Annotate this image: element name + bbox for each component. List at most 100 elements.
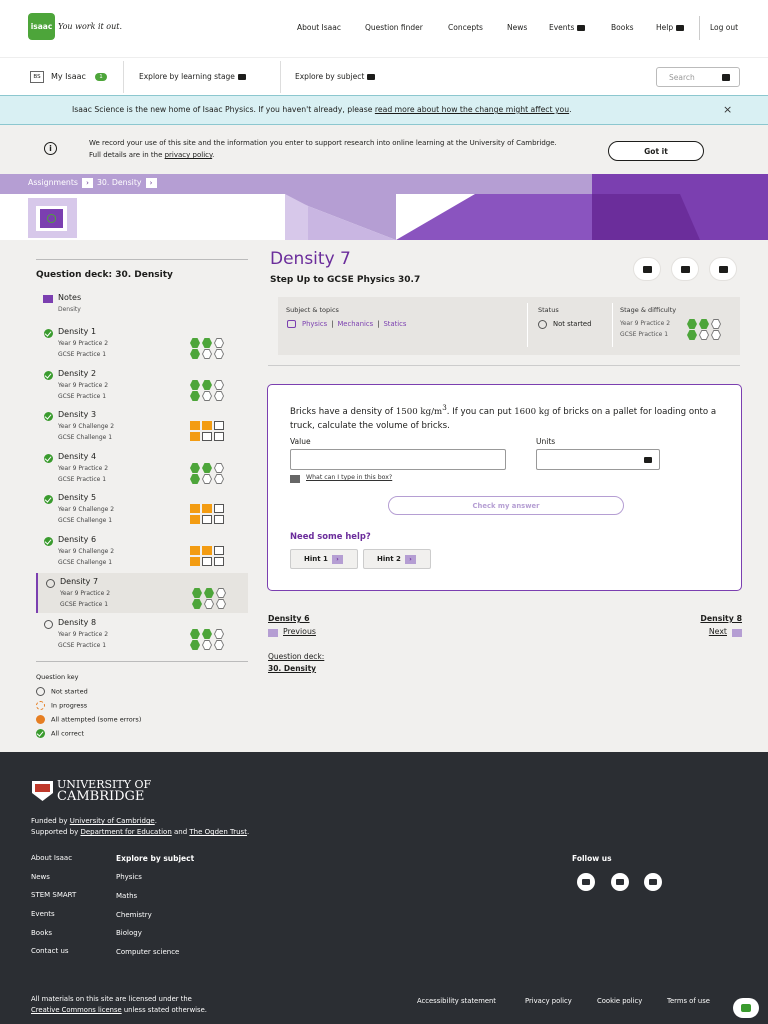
difficulty-indicator — [190, 338, 230, 348]
question-stage-1: Year 9 Practice 2 — [58, 382, 109, 389]
previous-link[interactable]: Previous — [283, 627, 316, 636]
footer-link-maths[interactable]: Maths — [116, 892, 137, 900]
search-icon[interactable] — [722, 74, 730, 81]
funded-prefix: Funded by — [31, 817, 70, 825]
footer-link-events[interactable]: Events — [31, 910, 55, 918]
units-dropdown[interactable] — [536, 449, 660, 470]
difficulty-indicator — [687, 319, 727, 329]
nav-events[interactable]: Events — [549, 23, 586, 32]
footer-link-about[interactable]: About Isaac — [31, 854, 72, 862]
question-stage-2: GCSE Practice 1 — [58, 351, 107, 358]
prev-question-title[interactable]: Density 6 — [268, 614, 310, 623]
cycle-icon — [47, 214, 56, 223]
explore-subject-dropdown[interactable]: Explore by subject — [295, 72, 376, 81]
difficulty-hex-empty — [202, 640, 212, 650]
footer-link-stem-smart[interactable]: STEM SMART — [31, 891, 76, 899]
input-help-link[interactable]: What can I type in this box? — [306, 474, 392, 481]
footer-link-chemistry[interactable]: Chemistry — [116, 911, 152, 919]
question-stage-2: GCSE Practice 1 — [58, 642, 107, 649]
footer-link-physics[interactable]: Physics — [116, 873, 142, 881]
question-deck-label[interactable]: Question deck: — [268, 652, 324, 661]
ogden-link[interactable]: The Ogden Trust — [189, 828, 247, 836]
need-help-heading: Need some help? — [290, 531, 371, 541]
page-title: Density 7 — [270, 249, 351, 269]
key-label: All attempted (some errors) — [51, 715, 142, 724]
terms-link[interactable]: Terms of use — [667, 997, 710, 1005]
share-button[interactable] — [671, 257, 699, 281]
nav-books[interactable]: Books — [611, 23, 634, 32]
footer-link-contact[interactable]: Contact us — [31, 947, 69, 955]
cookie-link[interactable]: Cookie policy — [597, 997, 642, 1005]
nav-question-finder[interactable]: Question finder — [365, 23, 423, 32]
funded-link[interactable]: University of Cambridge — [70, 817, 155, 825]
difficulty-indicator — [190, 640, 230, 650]
question-list-item[interactable]: Density 3 Year 9 Challenge 2 GCSE Challeng… — [36, 406, 248, 446]
explore-stage-dropdown[interactable]: Explore by learning stage — [139, 72, 246, 81]
breadcrumb-deck[interactable]: 30. Density — [97, 178, 142, 187]
accessibility-link[interactable]: Accessibility statement — [417, 997, 496, 1005]
nav-concepts[interactable]: Concepts — [448, 23, 483, 32]
hint-2-button[interactable]: Hint 2 › — [363, 549, 431, 569]
topic-separator: | — [377, 320, 380, 328]
footer-link-biology[interactable]: Biology — [116, 929, 142, 937]
question-deck-link[interactable]: 30. Density — [268, 664, 316, 673]
question-key-title: Question key — [36, 673, 79, 681]
my-isaac-link[interactable]: My Isaac — [51, 72, 86, 81]
value-input[interactable] — [290, 449, 506, 470]
status-value: Not started — [553, 320, 592, 328]
question-list-item[interactable]: Density 2 Year 9 Practice 2 GCSE Practice … — [36, 365, 248, 405]
creative-commons-link[interactable]: Creative Commons license — [31, 1006, 122, 1014]
linkedin-icon[interactable] — [644, 873, 662, 891]
question-stage-1: Year 9 Practice 2 — [60, 590, 111, 597]
bookmark-button[interactable] — [633, 257, 661, 281]
cookie-text: We record your use of this site and the … — [89, 137, 559, 161]
hint-1-button[interactable]: Hint 1 › — [290, 549, 358, 569]
nav-news[interactable]: News — [507, 23, 527, 32]
chat-button[interactable] — [733, 998, 759, 1018]
search-input[interactable]: Search — [656, 67, 740, 87]
nav-help-label: Help — [656, 23, 674, 32]
chevron-down-icon — [644, 457, 652, 463]
topic-statics[interactable]: Statics — [383, 320, 406, 328]
status-header: Status — [538, 306, 559, 314]
close-icon[interactable]: × — [723, 103, 732, 116]
topic-mechanics[interactable]: Mechanics — [337, 320, 373, 328]
got-it-button[interactable]: Got it — [608, 141, 704, 161]
difficulty-indicator — [190, 515, 230, 525]
question-title: Density 1 — [58, 327, 97, 336]
youtube-icon[interactable] — [577, 873, 595, 891]
notes-link[interactable]: Notes — [58, 293, 81, 302]
footer-link-computer-science[interactable]: Computer science — [116, 948, 179, 956]
question-list-item[interactable]: Density 5 Year 9 Challenge 2 GCSE Challeng… — [36, 489, 248, 529]
question-list-item[interactable]: Density 7 Year 9 Practice 2 GCSE Practice … — [36, 573, 248, 613]
nav-about[interactable]: About Isaac — [297, 23, 341, 32]
question-stage-2: GCSE Practice 1 — [58, 393, 107, 400]
nav-help[interactable]: Help — [656, 23, 685, 32]
stage-label: GCSE Practice 1 — [620, 331, 669, 338]
footer-link-news[interactable]: News — [31, 873, 50, 881]
question-list-item[interactable]: Density 1 Year 9 Practice 2 GCSE Practice … — [36, 323, 248, 363]
footer-link-books[interactable]: Books — [31, 929, 52, 937]
topic-physics[interactable]: Physics — [302, 320, 327, 328]
follow-us-heading: Follow us — [572, 854, 612, 863]
dfe-link[interactable]: Department for Education — [80, 828, 171, 836]
print-button[interactable] — [709, 257, 737, 281]
question-list-item[interactable]: Density 8 Year 9 Practice 2 GCSE Practice … — [36, 614, 248, 654]
key-all-correct: All correct — [36, 729, 84, 738]
wordmark-line-2: CAMBRIDGE — [57, 789, 145, 804]
privacy-link[interactable]: Privacy policy — [525, 997, 572, 1005]
difficulty-hex-empty — [699, 330, 709, 340]
difficulty-hex-filled — [192, 599, 202, 609]
bluesky-icon[interactable] — [611, 873, 629, 891]
breadcrumb-assignments[interactable]: Assignments — [28, 178, 78, 187]
next-link[interactable]: Next — [709, 627, 727, 636]
next-question-title[interactable]: Density 8 — [700, 614, 742, 623]
question-list-item[interactable]: Density 6 Year 9 Challenge 2 GCSE Challeng… — [36, 531, 248, 571]
privacy-policy-link[interactable]: privacy policy — [165, 151, 213, 159]
cambridge-logo[interactable]: UNIVERSITY OF CAMBRIDGE — [32, 779, 151, 803]
nav-logout[interactable]: Log out — [710, 23, 738, 32]
difficulty-indicator — [190, 391, 230, 401]
question-list-item[interactable]: Density 4 Year 9 Practice 2 GCSE Practice … — [36, 448, 248, 488]
banner-link[interactable]: read more about how the change might aff… — [375, 105, 569, 114]
check-answer-button[interactable]: Check my answer — [388, 496, 624, 515]
